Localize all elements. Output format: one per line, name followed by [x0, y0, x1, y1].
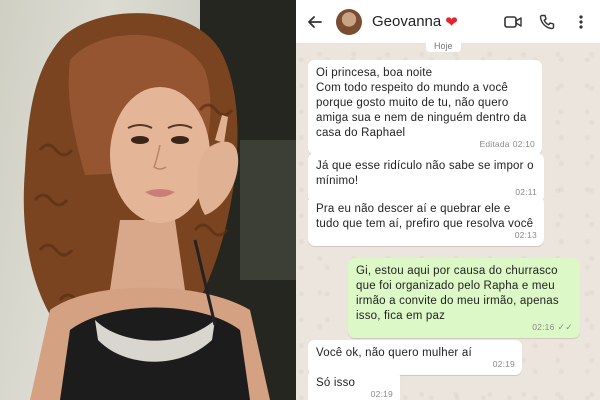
- message-incoming[interactable]: Só isso 02:19: [308, 370, 400, 400]
- message-time: 02:19: [370, 389, 393, 399]
- phone-call-icon[interactable]: [538, 13, 556, 31]
- contact-name[interactable]: Geovanna ❤: [372, 13, 458, 31]
- profile-photo: [0, 0, 296, 400]
- message-time: 02:16: [532, 322, 555, 332]
- date-chip: Hoje: [426, 40, 461, 52]
- arrow-left-icon[interactable]: [306, 13, 324, 31]
- woman-portrait-image: [23, 0, 296, 400]
- message-text: Você ok, não quero mulher aí: [316, 347, 472, 359]
- message-time: 02:19: [492, 359, 515, 369]
- chat-screen: Geovanna ❤ Hoje Oi princesa, boa noite C…: [296, 0, 600, 400]
- message-incoming[interactable]: Oi princesa, boa noite Com todo respeito…: [308, 60, 542, 155]
- heart-icon: ❤: [445, 13, 458, 31]
- message-text: Gi, estou aqui por causa do churrasco qu…: [356, 265, 559, 322]
- message-outgoing[interactable]: Gi, estou aqui por causa do churrasco qu…: [348, 258, 580, 338]
- chat-header: Geovanna ❤: [296, 0, 600, 44]
- message-text: Oi princesa, boa noite Com todo respeito…: [316, 67, 527, 139]
- more-vert-icon[interactable]: [572, 13, 590, 31]
- read-ticks-icon: ✓✓: [557, 322, 573, 332]
- contact-name-text: Geovanna: [372, 13, 442, 30]
- message-incoming[interactable]: Pra eu não descer aí e quebrar ele e tud…: [308, 196, 544, 246]
- message-time: 02:13: [514, 230, 537, 240]
- video-call-icon[interactable]: [504, 13, 522, 31]
- message-time: 02:10: [512, 139, 535, 149]
- message-text: Já que esse ridículo não sabe se impor o…: [316, 160, 534, 187]
- contact-avatar[interactable]: [336, 8, 362, 35]
- message-text: Pra eu não descer aí e quebrar ele e tud…: [316, 203, 534, 230]
- edited-label: Editada: [479, 139, 510, 149]
